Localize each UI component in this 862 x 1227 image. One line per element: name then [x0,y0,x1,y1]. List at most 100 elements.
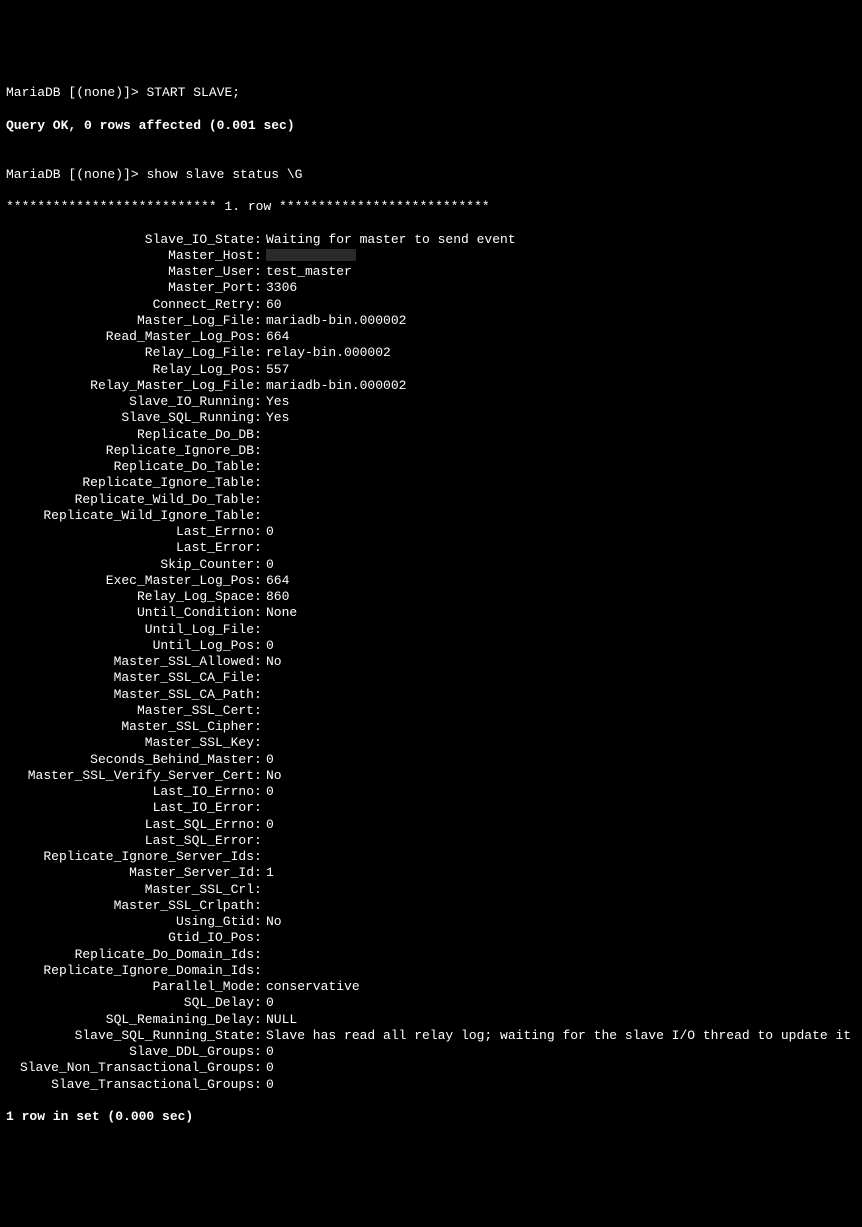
field-label: Slave_IO_State [6,232,254,248]
field-value [266,930,856,946]
field-value: 0 [266,1060,856,1076]
field-value [266,459,856,475]
status-row: Last_IO_Error: [6,800,856,816]
status-row: Replicate_Do_Table: [6,459,856,475]
status-row: Relay_Master_Log_File: mariadb-bin.00000… [6,378,856,394]
field-value: 860 [266,589,856,605]
field-value [266,540,856,556]
status-row: Master_SSL_CA_File: [6,670,856,686]
field-value: 1 [266,865,856,881]
field-label: Replicate_Wild_Ignore_Table [6,508,254,524]
field-label: Master_Port [6,280,254,296]
field-separator: : [254,1028,266,1044]
field-label: Connect_Retry [6,297,254,313]
field-value: 3306 [266,280,856,296]
status-row: Skip_Counter: 0 [6,557,856,573]
status-row: Until_Condition: None [6,605,856,621]
status-row: Replicate_Ignore_Domain_Ids: [6,963,856,979]
field-label: Master_SSL_Crlpath [6,898,254,914]
field-value [266,670,856,686]
field-label: Using_Gtid [6,914,254,930]
field-value: Waiting for master to send event [266,232,856,248]
field-separator: : [254,670,266,686]
field-separator: : [254,232,266,248]
status-row: Master_SSL_Key: [6,735,856,751]
terminal-output: MariaDB [(none)]> START SLAVE; Query OK,… [6,69,856,1142]
field-value: 0 [266,524,856,540]
field-value [266,248,856,264]
field-label: Until_Log_File [6,622,254,638]
status-row: Slave_IO_State: Waiting for master to se… [6,232,856,248]
status-row: Using_Gtid: No [6,914,856,930]
field-label: Until_Log_Pos [6,638,254,654]
field-label: Master_SSL_Cert [6,703,254,719]
field-label: Master_Host [6,248,254,264]
field-value [266,703,856,719]
field-label: Skip_Counter [6,557,254,573]
status-fields: Slave_IO_State: Waiting for master to se… [6,232,856,1093]
status-row: Relay_Log_Pos: 557 [6,362,856,378]
field-value [266,687,856,703]
field-separator: : [254,362,266,378]
status-row: Seconds_Behind_Master: 0 [6,752,856,768]
status-row: Master_SSL_Crlpath: [6,898,856,914]
status-row: Gtid_IO_Pos: [6,930,856,946]
field-label: Slave_SQL_Running_State [6,1028,254,1044]
field-separator: : [254,768,266,784]
field-value [266,849,856,865]
field-label: Master_SSL_Key [6,735,254,751]
status-row: SQL_Delay: 0 [6,995,856,1011]
field-separator: : [254,930,266,946]
field-separator: : [254,1060,266,1076]
field-separator: : [254,524,266,540]
field-label: Master_Log_File [6,313,254,329]
status-row: Connect_Retry: 60 [6,297,856,313]
field-value: 0 [266,1077,856,1093]
field-value: 0 [266,1044,856,1060]
field-value [266,735,856,751]
field-label: Master_SSL_CA_File [6,670,254,686]
field-label: Relay_Log_Space [6,589,254,605]
field-separator: : [254,995,266,1011]
field-separator: : [254,784,266,800]
prompt-line-1: MariaDB [(none)]> START SLAVE; [6,85,856,101]
status-row: Replicate_Do_DB: [6,427,856,443]
status-row: Until_Log_File: [6,622,856,638]
field-value: No [266,914,856,930]
field-separator: : [254,378,266,394]
field-value: 0 [266,784,856,800]
field-separator: : [254,1044,266,1060]
field-label: Slave_DDL_Groups [6,1044,254,1060]
status-row: Slave_DDL_Groups: 0 [6,1044,856,1060]
query-result-1: Query OK, 0 rows affected (0.001 sec) [6,118,856,134]
field-value: 664 [266,573,856,589]
field-label: Replicate_Ignore_Domain_Ids [6,963,254,979]
field-label: Last_Error [6,540,254,556]
field-value [266,963,856,979]
field-value: 0 [266,752,856,768]
field-value: test_master [266,264,856,280]
field-separator: : [254,703,266,719]
field-value: mariadb-bin.000002 [266,378,856,394]
row-header: *************************** 1. row *****… [6,199,856,215]
status-row: SQL_Remaining_Delay: NULL [6,1012,856,1028]
field-label: Replicate_Do_Domain_Ids [6,947,254,963]
field-separator: : [254,865,266,881]
field-separator: : [254,475,266,491]
command: show slave status \G [146,167,302,182]
field-value [266,622,856,638]
field-separator: : [254,605,266,621]
status-row: Replicate_Ignore_Server_Ids: [6,849,856,865]
field-separator: : [254,459,266,475]
field-label: Parallel_Mode [6,979,254,995]
field-value: Yes [266,394,856,410]
status-row: Replicate_Wild_Ignore_Table: [6,508,856,524]
field-value: None [266,605,856,621]
field-label: Master_SSL_Allowed [6,654,254,670]
field-label: Last_SQL_Errno [6,817,254,833]
field-label: Seconds_Behind_Master [6,752,254,768]
status-row: Slave_SQL_Running_State: Slave has read … [6,1028,856,1044]
redacted-value [266,249,356,261]
field-label: Replicate_Wild_Do_Table [6,492,254,508]
field-separator: : [254,540,266,556]
